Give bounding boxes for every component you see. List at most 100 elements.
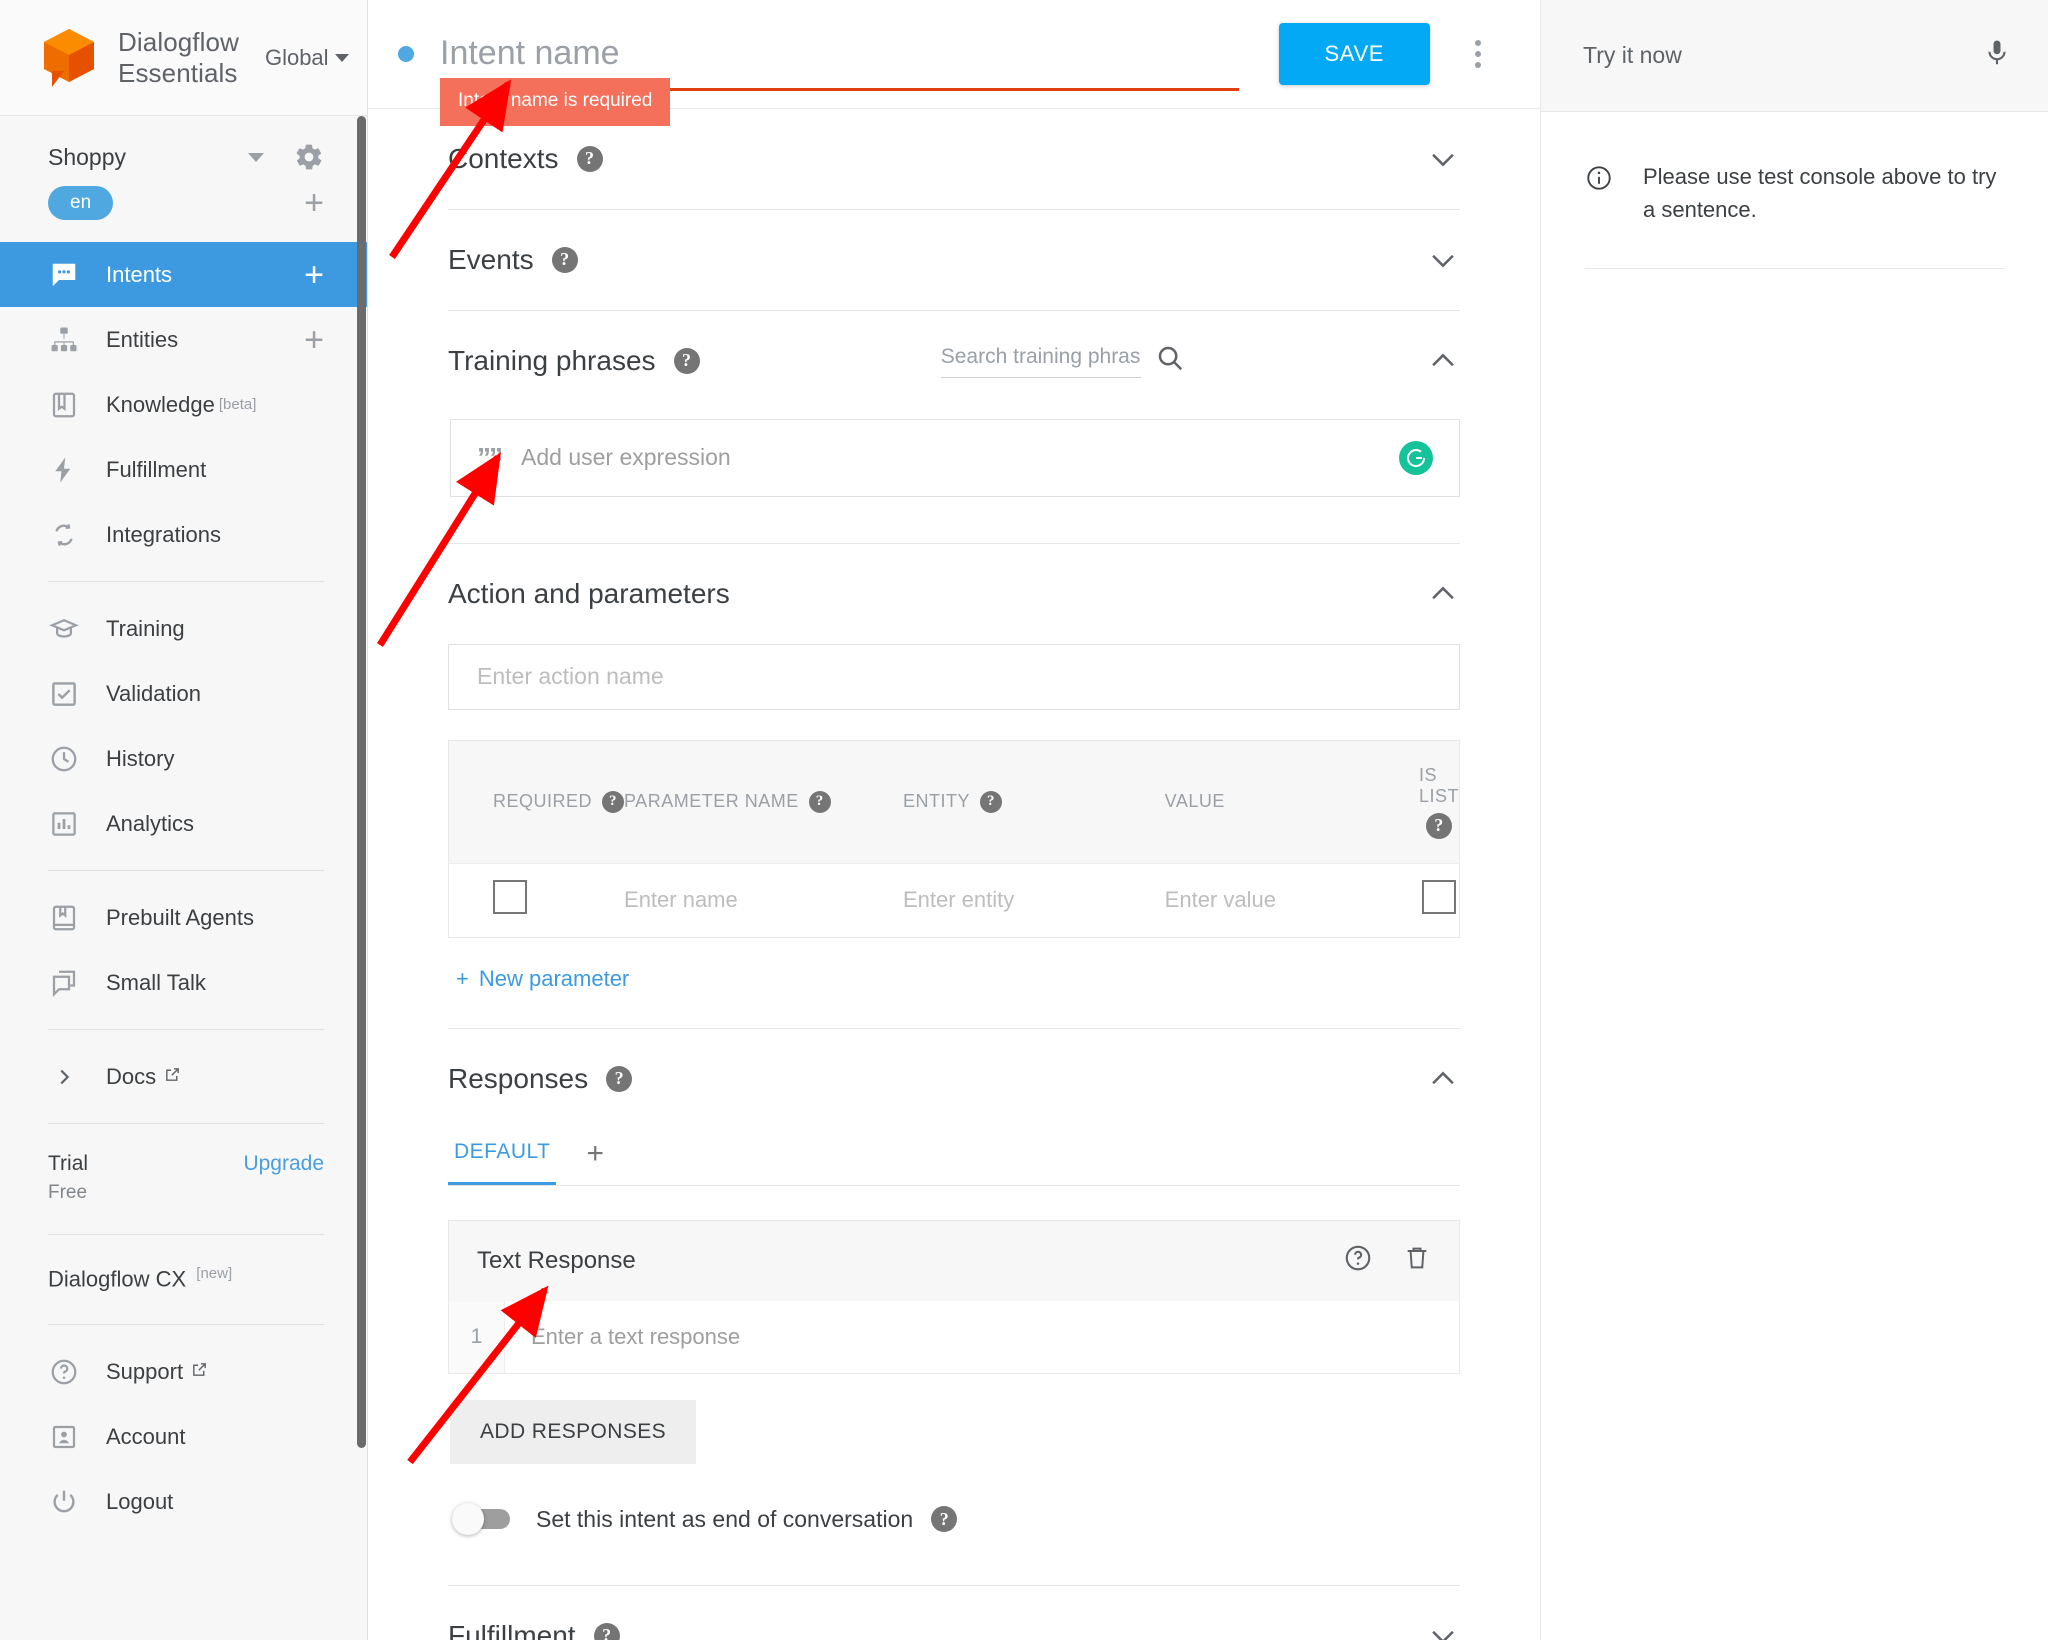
agent-name[interactable]: Shoppy [48,144,126,171]
sidebar-item-label: Small Talk [106,969,206,995]
chevron-right-icon [48,1066,80,1088]
trial-box: Trial Free Upgrade [0,1138,368,1220]
help-icon[interactable]: ? [931,1506,958,1533]
plus-icon[interactable]: + [304,186,324,220]
help-icon[interactable]: ? [980,790,1002,813]
sidebar-item-support[interactable]: Support [0,1339,368,1404]
sidebar-item-intents[interactable]: Intents + [0,242,368,307]
sidebar-item-label: Logout [106,1488,174,1514]
language-chip-en[interactable]: en [48,186,114,220]
sidebar-item-knowledge[interactable]: Knowledge [beta] [0,372,368,437]
sidebar-item-small-talk[interactable]: Small Talk [0,950,368,1015]
add-entity-icon[interactable]: + [304,323,324,357]
sidebar-item-label: Prebuilt Agents [106,904,254,930]
help-icon[interactable]: ? [576,145,603,172]
column-label: VALUE [1164,791,1225,812]
chevron-up-icon[interactable] [1426,344,1460,378]
gear-icon[interactable] [294,142,324,172]
try-it-now-message-text: Please use test console above to try a s… [1643,164,1997,222]
tab-default[interactable]: DEFAULT [448,1140,557,1185]
kebab-menu-icon[interactable] [1456,39,1500,68]
intent-topbar: SAVE Intent name is required [368,0,1540,126]
small-talk-icon [48,967,80,999]
upgrade-link[interactable]: Upgrade [243,1152,324,1204]
help-icon[interactable]: ? [602,790,625,813]
caret-down-icon[interactable] [248,152,264,162]
brand-title-line1: Dialogflow [118,26,239,57]
sidebar-item-training[interactable]: Training [0,596,368,661]
dialogflow-console: Dialogflow Essentials Global Shoppy en + [0,0,2048,1640]
sidebar-item-fulfillment[interactable]: Fulfillment [0,437,368,502]
intent-name-input[interactable] [440,34,1239,74]
plus-icon: + [456,965,469,991]
chevron-down-icon[interactable] [1426,1619,1460,1640]
help-icon[interactable]: ? [551,246,578,273]
section-events: Events ? [448,210,1460,311]
is-list-checkbox[interactable] [1421,880,1456,915]
add-user-expression-box[interactable]: ”” [450,418,1460,497]
sidebar-item-prebuilt-agents[interactable]: Prebuilt Agents [0,885,368,950]
trash-icon[interactable] [1403,1244,1431,1277]
entities-hierarchy-icon [48,324,80,356]
parameter-name-input[interactable]: Enter name [624,887,738,912]
save-button[interactable]: SAVE [1278,22,1430,85]
try-it-now-input[interactable]: Try it now [1583,42,1682,69]
knowledge-book-icon [48,389,80,421]
prebuilt-agents-icon [48,902,80,934]
required-checkbox[interactable] [493,880,527,915]
help-icon[interactable]: ? [1425,812,1452,839]
sidebar-item-label: Entities [106,326,179,352]
help-circle-icon [48,1356,80,1388]
sidebar-item-label: Support [106,1358,184,1384]
add-user-expression-input[interactable] [521,444,1399,472]
sidebar-item-label: Training [106,615,185,641]
sidebar-item-entities[interactable]: Entities + [0,307,368,372]
trial-label: Trial [48,1152,89,1175]
search-icon[interactable] [1155,343,1185,378]
chevron-down-icon[interactable] [1426,243,1460,277]
search-training-phrases-input[interactable] [940,345,1141,379]
column-parameter-name: PARAMETER NAME? [624,740,903,864]
add-intent-icon[interactable]: + [304,258,324,292]
help-icon[interactable]: ? [606,1065,633,1092]
account-person-icon [48,1421,80,1453]
add-responses-button[interactable]: ADD RESPONSES [450,1399,697,1464]
text-response-input[interactable] [505,1323,1459,1350]
sidebar-item-integrations[interactable]: Integrations [0,502,368,567]
section-action-parameters: Action and parameters REQUIRED? [448,544,1460,1029]
chevron-up-icon[interactable] [1426,577,1460,611]
add-response-tab-icon[interactable]: + [586,1137,604,1185]
sidebar-item-analytics[interactable]: Analytics [0,791,368,856]
sidebar-item-label: Knowledge [106,391,215,417]
sidebar-scrollbar[interactable] [357,116,366,1448]
action-name-input[interactable] [448,643,1460,710]
sidebar-item-dialogflow-cx[interactable]: Dialogflow CX [new] [0,1249,368,1310]
sidebar-item-history[interactable]: History [0,726,368,791]
column-required: REQUIRED? [448,740,625,864]
chevron-down-icon[interactable] [1426,142,1460,176]
intent-editor-content: Contexts ? Events ? Training phrases ? S… [368,109,1540,1640]
fulfillment-bolt-icon [48,454,80,486]
new-parameter-label: New parameter [478,965,630,991]
table-row: Enter name Enter entity Enter value [448,862,1460,938]
grammarly-icon[interactable] [1399,440,1433,475]
help-icon[interactable]: ? [673,347,700,374]
region-selector[interactable]: Global [265,45,349,71]
value-input[interactable]: Enter value [1165,887,1276,912]
help-icon[interactable] [1343,1243,1373,1278]
end-of-conversation-toggle[interactable] [452,1503,510,1536]
sidebar-item-logout[interactable]: Logout [0,1469,368,1534]
brand-title-line2: Essentials [118,57,238,88]
intents-chat-icon [48,259,80,291]
sidebar-item-account[interactable]: Account [0,1404,368,1469]
chevron-up-icon[interactable] [1426,1062,1460,1096]
sidebar-item-docs[interactable]: Docs [0,1044,368,1109]
entity-input[interactable]: Enter entity [903,887,1014,912]
help-icon[interactable]: ? [808,790,831,813]
new-parameter-button[interactable]: + New parameter [448,938,1460,1028]
microphone-icon[interactable] [1982,36,2012,75]
help-icon[interactable]: ? [593,1622,620,1640]
response-tabs: DEFAULT + [448,1137,1460,1186]
sidebar-item-label: Account [106,1423,186,1449]
sidebar-item-validation[interactable]: Validation [0,661,368,726]
